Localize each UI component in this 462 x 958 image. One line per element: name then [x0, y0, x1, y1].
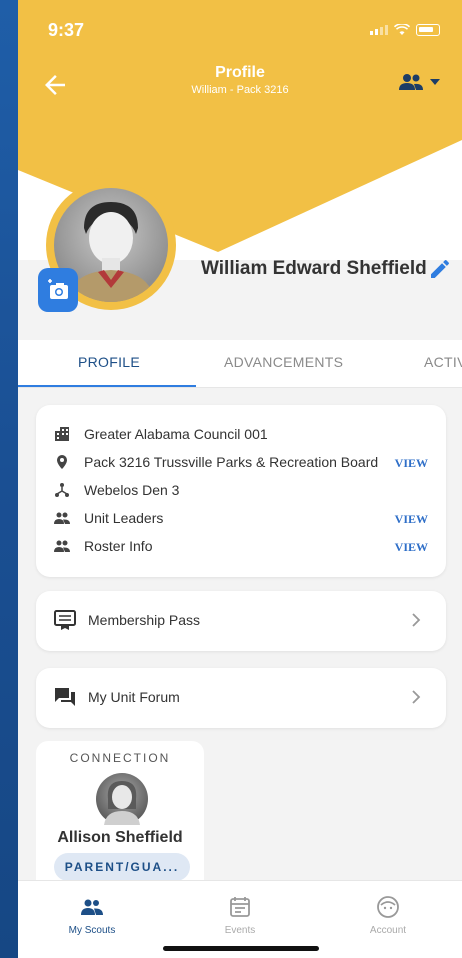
connection-card[interactable]: CONNECTION Allison Sheffield PARENT/GUA.…: [36, 741, 204, 891]
page-subtitle: William - Pack 3216: [191, 84, 289, 96]
parent-avatar-icon: [104, 781, 140, 825]
change-photo-button[interactable]: [38, 268, 78, 312]
building-icon: [55, 427, 69, 441]
membership-card-icon: [54, 610, 76, 630]
status-icons: [370, 24, 440, 36]
council-name: Greater Alabama Council 001: [84, 426, 268, 442]
unit-leaders-view-link[interactable]: VIEW: [395, 512, 428, 527]
calendar-icon: [230, 897, 250, 917]
unit-forum-label: My Unit Forum: [88, 689, 180, 705]
status-bar: 9:37: [18, 0, 462, 60]
edit-pencil-icon[interactable]: [428, 257, 452, 281]
pack-name: Pack 3216 Trussville Parks & Recreation …: [84, 454, 379, 470]
page-title: Profile: [215, 64, 265, 81]
forum-icon: [55, 688, 75, 706]
signal-icon: [370, 25, 388, 35]
nav-my-scouts-label: My Scouts: [68, 925, 116, 936]
unit-leaders-label: Unit Leaders: [84, 510, 164, 526]
tab-activities[interactable]: ACTIV: [424, 354, 462, 370]
chevron-right-icon: [412, 690, 421, 704]
scouts-icon: [81, 899, 103, 915]
roster-label: Roster Info: [84, 538, 153, 554]
den-row: Webelos Den 3: [54, 479, 179, 501]
membership-pass-row[interactable]: Membership Pass: [36, 591, 446, 651]
people-icon: [54, 512, 70, 524]
connection-role-badge: PARENT/GUA...: [54, 853, 190, 881]
group-icon: [399, 74, 423, 90]
home-indicator: [163, 946, 319, 951]
nav-account[interactable]: Account: [338, 895, 438, 936]
status-time: 9:37: [48, 20, 85, 40]
tab-advancements[interactable]: ADVANCEMENTS: [224, 354, 343, 370]
nav-events[interactable]: Events: [190, 895, 290, 936]
pack-row: Pack 3216 Trussville Parks & Recreation …: [54, 451, 378, 473]
roster-view-link[interactable]: VIEW: [395, 540, 428, 555]
tab-profile[interactable]: PROFILE: [78, 354, 140, 370]
switch-scout-button[interactable]: [398, 72, 440, 92]
nav-events-label: Events: [224, 925, 256, 936]
connection-name: Allison Sheffield: [57, 829, 183, 846]
wifi-icon: [394, 24, 410, 35]
roster-row: Roster Info: [54, 535, 152, 557]
people-icon: [54, 540, 70, 552]
pack-view-link[interactable]: VIEW: [395, 456, 428, 471]
connection-label: CONNECTION: [69, 751, 171, 765]
app-screen: 9:37 Profile William - Pack 3216 William…: [18, 0, 462, 958]
unit-forum-row[interactable]: My Unit Forum: [36, 668, 446, 728]
chevron-right-icon: [412, 613, 421, 627]
membership-pass-label: Membership Pass: [88, 612, 201, 628]
chevron-down-icon: [430, 79, 440, 85]
battery-icon: [416, 24, 440, 36]
profile-tabs: PROFILE ADVANCEMENTS ACTIV: [18, 340, 462, 388]
nav-my-scouts[interactable]: My Scouts: [42, 895, 142, 936]
add-photo-icon: [48, 279, 68, 299]
den-name: Webelos Den 3: [84, 482, 180, 498]
connection-avatar: [96, 773, 148, 825]
location-pin-icon: [57, 455, 67, 469]
active-tab-indicator: [18, 385, 196, 387]
scout-name: William Edward Sheffield: [201, 258, 427, 279]
top-app-bar: Profile William - Pack 3216: [18, 60, 462, 110]
council-row: Greater Alabama Council 001: [54, 423, 268, 445]
unit-info-card: Greater Alabama Council 001 Pack 3216 Tr…: [36, 405, 446, 577]
account-icon: [377, 896, 399, 918]
nav-account-label: Account: [369, 925, 407, 936]
den-icon: [55, 483, 69, 497]
unit-leaders-row: Unit Leaders: [54, 507, 163, 529]
